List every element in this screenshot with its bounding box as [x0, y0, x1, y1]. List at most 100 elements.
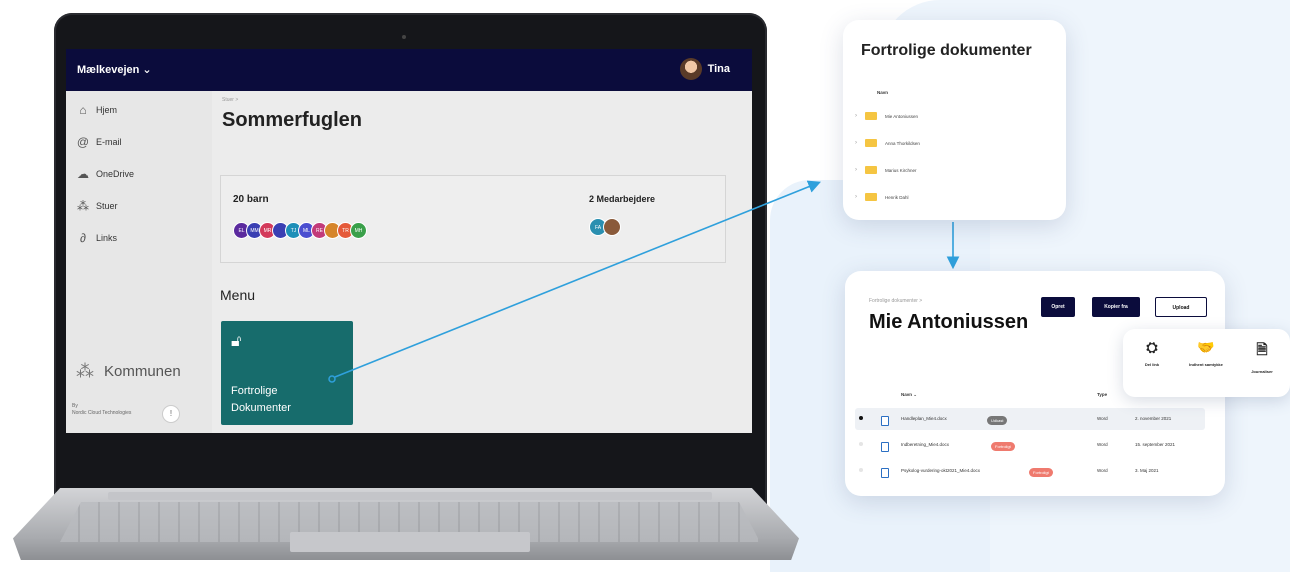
unlock-icon: 🔓︎ [231, 333, 242, 350]
page-title: Sommerfuglen [222, 109, 363, 131]
folder-row[interactable]: › Mie Antoniussen [855, 112, 918, 120]
folder-row[interactable]: › Henrik Dahl [855, 193, 909, 201]
laptop-screen: Mælkevejen ⌄ Tina ⌂ Hjem @ E-mail ☁ OneDriv… [66, 49, 752, 433]
docs-title: Mie Antoniussen [869, 311, 1029, 333]
user-name[interactable]: Tina [708, 63, 730, 75]
word-document-icon [881, 416, 889, 426]
laptop-hinge [108, 492, 712, 500]
group-card: 20 barn 2 Medarbejdere EL MM MR TJ ML RE TR MH … [220, 175, 726, 263]
link-icon: ∂ [80, 231, 86, 245]
staff-avatars: FA [589, 218, 621, 236]
webcam [402, 35, 406, 39]
footer-by: By [72, 403, 78, 409]
doc-modified: 2. november 2021 [1135, 416, 1172, 421]
journal-icon: 🗎 [1256, 341, 1268, 357]
sidebar-item-label: Links [96, 233, 118, 243]
consent-action[interactable]: 🤝 Indhent samtykke [1181, 339, 1231, 367]
chevron-right-icon: › [855, 167, 857, 173]
upload-button[interactable]: Upload [1155, 297, 1207, 317]
doc-name: Indberetning_Mie4.docx [901, 442, 950, 447]
folder-name: Henrik Dahl [885, 194, 909, 200]
confidential-documents-tile[interactable]: 🔓︎ Fortrolige Dokumenter [221, 321, 353, 425]
table-row[interactable]: Psykolog-vurdering-okt2021_Mie4.docx For… [855, 460, 1205, 482]
children-avatars: EL MM MR TJ ML RE TR MH [233, 222, 367, 239]
folder-name: Marius Kirchner [885, 167, 917, 173]
cloud-icon: ☁ [77, 167, 89, 181]
tile-label-line2: Dokumenter [231, 402, 291, 414]
doc-type: Word [1097, 442, 1108, 447]
sidebar-item-label: E-mail [96, 137, 122, 147]
selection-indicator [859, 442, 863, 446]
folder-row[interactable]: › Marius Kirchner [855, 166, 917, 174]
doc-modified: 15. september 2021 [1135, 442, 1176, 447]
share-link-icon: ⛭ [1146, 339, 1158, 355]
sidebar-item-label: Hjem [96, 105, 118, 115]
docs-breadcrumb[interactable]: Fortrolige dokumenter > [869, 298, 922, 304]
tile-label-line1: Fortrolige [231, 385, 278, 397]
sidebar-item-links[interactable]: ∂ Links [76, 231, 117, 245]
table-row[interactable]: Indberetning_Mie4.docx Fortroligt Word 1… [855, 434, 1205, 456]
sidebar: ⌂ Hjem @ E-mail ☁ OneDrive ⁂ Stuer ∂ Links ⁂ K… [66, 91, 212, 433]
sidebar-item-label: OneDrive [96, 169, 135, 179]
create-button[interactable]: Opret [1041, 297, 1075, 317]
avatar[interactable]: MH [350, 222, 367, 239]
top-bar: Mælkevejen ⌄ Tina [66, 49, 752, 91]
sidebar-item-label: Stuer [96, 201, 118, 211]
brand-name: Kommunen [104, 363, 181, 380]
trackpad [290, 532, 530, 552]
status-badge: Udkast [987, 416, 1008, 425]
email-icon: @ [76, 135, 90, 149]
folder-name: Anna Thorkildsen [885, 140, 920, 146]
folders-title: Fortrolige dokumenter [861, 42, 1032, 59]
org-switcher[interactable]: Mælkevejen ⌄ [77, 63, 152, 76]
doc-name: Handleplan_Mie4.docx [901, 416, 947, 421]
selected-indicator [859, 416, 863, 420]
journal-action[interactable]: 🗎 Journaliser [1237, 339, 1287, 374]
children-count: 20 barn [233, 194, 269, 205]
breadcrumb[interactable]: Stuer > [222, 97, 238, 103]
handshake-icon: 🤝 [1197, 339, 1215, 355]
stage: Mælkevejen ⌄ Tina ⌂ Hjem @ E-mail ☁ OneDriv… [0, 0, 1290, 572]
avatar[interactable] [603, 218, 621, 236]
sidebar-item-stuer[interactable]: ⁂ Stuer [76, 199, 118, 213]
chevron-right-icon: › [855, 194, 857, 200]
folder-icon [865, 139, 877, 147]
status-badge: Fortroligt [991, 442, 1015, 451]
actions-popup: ⛭ Del link 🤝 Indhent samtykke 🗎 Journaliser [1123, 329, 1290, 397]
share-link-action[interactable]: ⛭ Del link [1127, 339, 1177, 367]
doc-type: Word [1097, 416, 1108, 421]
folders-popup: Fortrolige dokumenter Navn › Mie Antonius… [843, 20, 1066, 220]
folder-name: Mie Antoniussen [885, 113, 919, 119]
staff-count: 2 Medarbejdere [589, 194, 656, 204]
chevron-right-icon: › [855, 140, 857, 146]
action-label: Del link [1144, 362, 1160, 367]
sidebar-item-hjem[interactable]: ⌂ Hjem [76, 103, 117, 117]
folder-row[interactable]: › Anna Thorkildsen [855, 139, 920, 147]
action-label: Indhent samtykke [1189, 362, 1223, 367]
sidebar-item-email[interactable]: @ E-mail [76, 135, 122, 149]
main-content: Stuer > Sommerfuglen 20 barn 2 Medarbejd… [212, 91, 752, 433]
brand-emblem-icon: ⁂ [76, 361, 94, 381]
folders-column-header[interactable]: Navn [877, 90, 888, 95]
column-type[interactable]: Type [1097, 392, 1107, 397]
doc-modified: 3. Maj 2021 [1135, 468, 1159, 473]
brand-logo: ⁂ Kommunen [76, 361, 181, 382]
sidebar-item-onedrive[interactable]: ☁ OneDrive [76, 167, 134, 181]
menu-heading: Menu [220, 287, 256, 303]
table-row[interactable]: Handleplan_Mie4.docx Udkast Word 2. nove… [855, 408, 1205, 430]
word-document-icon [881, 468, 889, 478]
chevron-right-icon: › [855, 113, 857, 119]
folder-icon [865, 166, 877, 174]
folder-icon [865, 112, 877, 120]
column-name[interactable]: Navn ⌄ [901, 392, 917, 398]
word-document-icon [881, 442, 889, 452]
laptop-bezel [66, 433, 752, 493]
action-label: Journaliser [1251, 369, 1273, 374]
footer-credit: By Nordic Cloud Technologies [72, 403, 131, 417]
doc-name: Psykolog-vurdering-okt2021_Mie4.docx [901, 468, 981, 473]
home-icon: ⌂ [79, 103, 87, 117]
help-button[interactable]: ! [162, 405, 180, 423]
user-avatar[interactable] [680, 58, 702, 80]
copy-from-button[interactable]: Kopier fra [1092, 297, 1140, 317]
footer-company: Nordic Cloud Technologies [72, 410, 132, 416]
